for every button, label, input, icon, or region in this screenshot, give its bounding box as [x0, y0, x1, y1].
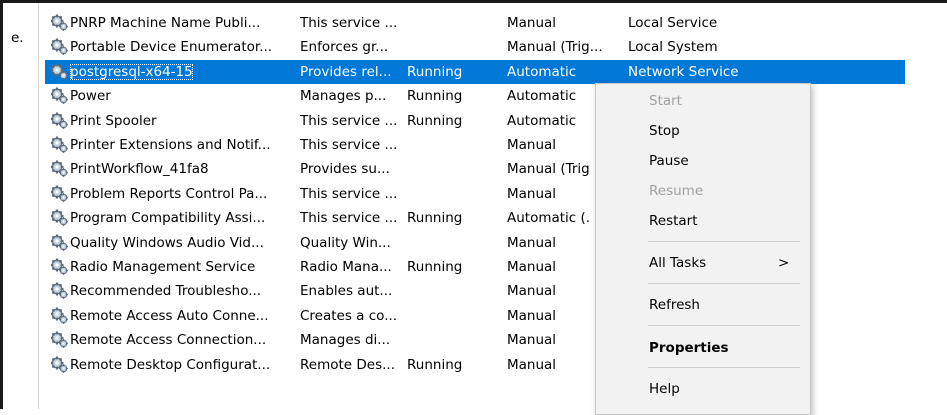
menu-item-label: Help	[649, 381, 680, 397]
menu-item-start[interactable]: Start	[596, 86, 810, 116]
service-status: Running	[407, 63, 463, 80]
service-description: Quality Win...	[300, 234, 391, 251]
service-name: Remote Desktop Configurat...	[70, 356, 271, 373]
gear-icon	[51, 304, 71, 328]
service-description: This service ...	[300, 15, 398, 31]
service-description: Remote Des...	[300, 356, 395, 373]
gear-icon	[51, 182, 71, 206]
service-name: postgresql-x64-15	[70, 63, 193, 80]
service-status: Running	[407, 259, 463, 275]
gear-icon	[51, 328, 71, 352]
service-startup-type: Automatic	[507, 63, 577, 80]
service-name: Remote Access Auto Conne...	[70, 307, 269, 324]
service-status	[407, 11, 487, 35]
service-name: Print Spooler	[70, 112, 157, 129]
service-description: Manages p...	[300, 88, 387, 105]
service-status: Running	[407, 356, 463, 373]
service-status: Running	[407, 112, 463, 129]
service-description: Provides rel...	[300, 63, 392, 80]
service-status	[407, 328, 487, 352]
service-status: Running	[407, 88, 463, 105]
service-name: Printer Extensions and Notif...	[70, 137, 271, 153]
table-row[interactable]: PNRP Machine Name Publi... This service .…	[45, 11, 905, 35]
service-description: Radio Mana...	[300, 259, 392, 275]
table-row[interactable]: Portable Device Enumerator... Enforces gr…	[45, 35, 905, 59]
service-status	[407, 182, 487, 206]
service-startup-type: Manual	[507, 15, 557, 31]
gear-icon	[51, 133, 71, 157]
menu-item-label: All Tasks	[649, 255, 707, 271]
gear-icon	[51, 60, 71, 84]
menu-item-refresh[interactable]: Refresh	[596, 290, 810, 320]
service-status: Running	[407, 210, 463, 227]
service-description: This service ...	[300, 137, 398, 153]
service-name: Recommended Troublesho...	[70, 283, 262, 300]
pane-divider[interactable]	[38, 3, 39, 409]
menu-item-help[interactable]: Help	[596, 374, 810, 404]
service-name: Quality Windows Audio Vid...	[70, 234, 264, 251]
service-description: Enables aut...	[300, 283, 393, 300]
menu-item-label: Pause	[649, 153, 689, 169]
menu-item-label: Refresh	[649, 297, 700, 313]
menu-item-resume[interactable]: Resume	[596, 176, 810, 206]
service-name: Remote Access Connection...	[70, 332, 267, 349]
service-status	[407, 157, 487, 181]
service-log-on-as: Network Service	[628, 63, 739, 80]
service-description: This service ...	[300, 185, 398, 202]
menu-item-all-tasks[interactable]: All Tasks >	[596, 248, 810, 278]
service-status	[407, 304, 487, 328]
service-status	[407, 35, 487, 59]
service-description: Creates a co...	[300, 307, 398, 324]
gear-icon	[51, 11, 71, 35]
window-frame-top	[0, 0, 947, 3]
left-pane-text: e.	[11, 30, 24, 46]
gear-icon	[51, 84, 71, 108]
service-name: Portable Device Enumerator...	[70, 39, 273, 56]
left-pane: e.	[3, 3, 38, 409]
gear-icon	[51, 279, 71, 303]
service-status	[407, 279, 487, 303]
service-name: Problem Reports Control Pa...	[70, 185, 268, 202]
chevron-right-icon: >	[778, 255, 790, 271]
menu-separator	[648, 367, 800, 368]
menu-item-properties[interactable]: Properties	[596, 333, 810, 363]
menu-item-restart[interactable]: Restart	[596, 206, 810, 236]
gear-icon	[51, 231, 71, 255]
service-description: Provides su...	[300, 161, 390, 178]
service-description: Manages di...	[300, 332, 391, 349]
menu-item-label: Resume	[649, 183, 704, 199]
service-status	[407, 231, 487, 255]
service-log-on-as: Local System	[628, 39, 718, 56]
service-description: Enforces gr...	[300, 39, 389, 56]
services-list: PNRP Machine Name Publi... This service .…	[45, 11, 947, 409]
service-description: This service ...	[300, 112, 398, 129]
service-startup-type: Manual (Trig...	[507, 39, 603, 56]
menu-item-label: Start	[649, 93, 682, 109]
service-log-on-as: Local Service	[628, 15, 718, 31]
gear-icon	[51, 157, 71, 181]
menu-item-pause[interactable]: Pause	[596, 146, 810, 176]
service-status	[407, 133, 487, 157]
service-name: Program Compatibility Assi...	[70, 210, 266, 227]
context-menu: Start Stop Pause Resume Restart All Tasks > Ref…	[595, 83, 811, 415]
service-description: This service ...	[300, 210, 398, 227]
menu-item-label: Properties	[649, 340, 729, 356]
gear-icon	[51, 206, 71, 230]
menu-separator	[648, 241, 800, 242]
menu-separator	[648, 283, 800, 284]
service-name: Radio Management Service	[70, 259, 256, 275]
gear-icon	[51, 255, 71, 279]
service-name: Power	[70, 88, 111, 105]
menu-separator	[648, 325, 800, 326]
menu-item-label: Restart	[649, 213, 698, 229]
gear-icon	[51, 35, 71, 59]
menu-item-label: Stop	[649, 123, 680, 139]
table-row[interactable]: postgresql-x64-15 Provides rel... Running A…	[45, 59, 905, 84]
gear-icon	[51, 109, 71, 133]
gear-icon	[51, 353, 71, 377]
menu-item-stop[interactable]: Stop	[596, 116, 810, 146]
service-name: PNRP Machine Name Publi...	[70, 15, 261, 31]
service-name: PrintWorkflow_41fa8	[70, 161, 209, 178]
